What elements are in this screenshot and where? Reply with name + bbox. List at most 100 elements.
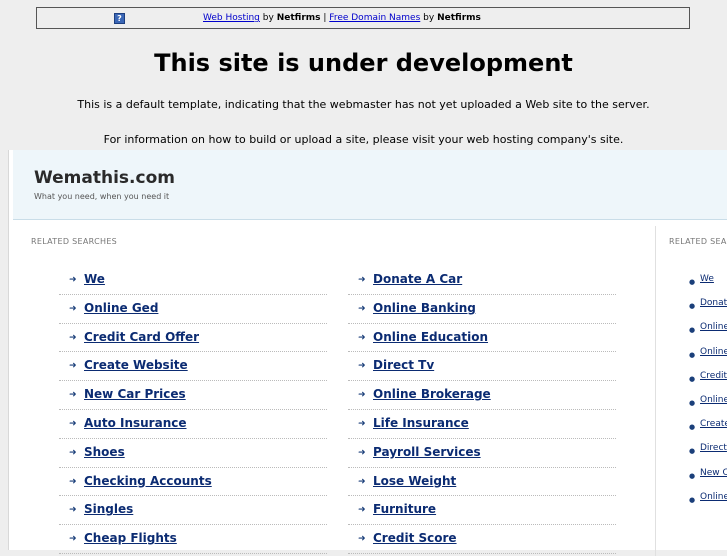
right-links-list: ➜ Donate A Car ➜ Online Banking ➜ Online Ed… xyxy=(348,266,616,554)
bullet-icon: ● xyxy=(689,423,696,432)
side-search-link[interactable]: We xyxy=(700,274,714,284)
arrow-right-icon: ➜ xyxy=(358,361,366,372)
bullet-icon: ● xyxy=(689,278,696,286)
search-link[interactable]: Singles xyxy=(84,501,133,518)
column-divider xyxy=(655,226,656,556)
list-item: ➜ Life Insurance xyxy=(348,410,616,439)
bullet-icon: ● xyxy=(689,302,696,311)
arrow-right-icon: ➜ xyxy=(358,303,366,314)
top-banner: ? Web Hosting by Netfirms | Free Domain … xyxy=(36,7,690,29)
arrow-right-icon: ➜ xyxy=(358,275,366,285)
arrow-right-icon: ➜ xyxy=(358,505,366,516)
list-item: ➜ Cheap Flights xyxy=(59,525,327,554)
side-related-searches-label: RELATED SEA xyxy=(669,237,727,246)
side-search-link[interactable]: Online xyxy=(700,322,727,332)
list-item: ➜ Create Website xyxy=(59,352,327,382)
list-item: ➜ Credit Card Offer xyxy=(59,324,327,353)
list-item: ● New C xyxy=(685,466,727,490)
list-item: ➜ Checking Accounts xyxy=(59,468,327,497)
bullet-icon: ● xyxy=(689,398,696,407)
search-link[interactable]: Online Education xyxy=(373,329,488,346)
site-tagline: What you need, when you need it xyxy=(34,192,170,201)
question-icon[interactable]: ? xyxy=(114,13,125,24)
list-item: ➜ Payroll Services xyxy=(348,439,616,468)
list-item: ➜ Shoes xyxy=(59,439,327,468)
search-link[interactable]: Checking Accounts xyxy=(84,473,212,490)
list-item: ● Donat xyxy=(685,296,727,320)
left-links-list: ➜ We ➜ Online Ged ➜ Credit Card Offer ➜ Crea… xyxy=(59,266,327,554)
search-link[interactable]: Online Brokerage xyxy=(373,386,491,403)
search-link[interactable]: Donate A Car xyxy=(373,271,462,288)
bullet-icon: ● xyxy=(689,374,696,383)
search-link[interactable]: New Car Prices xyxy=(84,386,186,403)
side-search-link[interactable]: Online xyxy=(700,492,727,502)
page-title: This site is under development xyxy=(154,49,573,77)
bullet-icon: ● xyxy=(689,447,696,456)
arrow-right-icon: ➜ xyxy=(69,361,77,372)
list-item: ➜ Online Brokerage xyxy=(348,381,616,410)
list-item: ➜ Online Education xyxy=(348,324,616,353)
side-search-link[interactable]: Donat xyxy=(700,298,727,308)
side-search-link[interactable]: New C xyxy=(700,468,727,478)
list-item: ● Online xyxy=(685,320,727,344)
search-link[interactable]: Lose Weight xyxy=(373,473,456,490)
search-link[interactable]: We xyxy=(84,271,105,288)
free-domain-names-link[interactable]: Free Domain Names xyxy=(329,13,420,23)
arrow-right-icon: ➜ xyxy=(69,332,77,343)
list-item: ● We xyxy=(685,272,727,296)
brand-text-1: Netfirms xyxy=(276,13,321,23)
by-text-1: by xyxy=(262,13,274,23)
side-links-list: ● We ● Donat ● Online ● Online ● Credit ● Onli… xyxy=(685,272,727,514)
bullet-icon: ● xyxy=(689,326,696,335)
list-item: ● Online xyxy=(685,345,727,369)
default-template-note: This is a default template, indicating t… xyxy=(77,98,650,111)
search-link[interactable]: Create Website xyxy=(84,357,188,374)
side-search-link[interactable]: Credit xyxy=(700,371,727,381)
related-searches-label: RELATED SEARCHES xyxy=(31,237,118,246)
list-item: ➜ Donate A Car xyxy=(348,266,616,295)
list-item: ● Credit xyxy=(685,369,727,393)
search-link[interactable]: Furniture xyxy=(373,501,436,518)
web-hosting-link[interactable]: Web Hosting xyxy=(203,13,260,23)
list-item: ➜ New Car Prices xyxy=(59,381,327,410)
list-item: ➜ We xyxy=(59,266,327,295)
site-header: Wemathis.com What you need, when you nee… xyxy=(13,150,727,220)
search-link[interactable]: Auto Insurance xyxy=(84,415,187,432)
bullet-icon: ● xyxy=(689,471,696,480)
list-item: ➜ Online Ged xyxy=(59,295,327,324)
search-link[interactable]: Online Ged xyxy=(84,300,158,317)
side-search-link[interactable]: Online xyxy=(700,395,727,405)
search-link[interactable]: Online Banking xyxy=(373,300,476,317)
arrow-right-icon: ➜ xyxy=(358,418,366,429)
arrow-right-icon: ➜ xyxy=(358,476,366,487)
parked-page-frame: Wemathis.com What you need, when you nee… xyxy=(8,150,727,556)
bullet-icon: ● xyxy=(689,350,696,359)
list-item: ➜ Online Banking xyxy=(348,295,616,324)
list-item: ● Online xyxy=(685,393,727,417)
hosting-info-note: For information on how to build or uploa… xyxy=(103,133,624,146)
side-search-link[interactable]: Create xyxy=(700,419,727,429)
search-link[interactable]: Credit Card Offer xyxy=(84,329,199,346)
side-search-link[interactable]: Online xyxy=(700,347,727,357)
arrow-right-icon: ➜ xyxy=(69,505,77,516)
search-link[interactable]: Payroll Services xyxy=(373,444,481,461)
list-item: ● Direct xyxy=(685,441,727,465)
list-item: ➜ Singles xyxy=(59,496,327,526)
search-link[interactable]: Direct Tv xyxy=(373,357,434,374)
search-link[interactable]: Shoes xyxy=(84,444,125,461)
list-item: ● Online xyxy=(685,490,727,514)
list-item: ➜ Lose Weight xyxy=(348,468,616,497)
arrow-right-icon: ➜ xyxy=(69,418,77,429)
arrow-right-icon: ➜ xyxy=(358,332,366,343)
arrow-right-icon: ➜ xyxy=(69,390,77,401)
side-search-link[interactable]: Direct xyxy=(700,443,727,453)
brand-text-2: Netfirms xyxy=(437,13,481,23)
list-item: ➜ Credit Score xyxy=(348,525,616,554)
list-item: ➜ Auto Insurance xyxy=(59,410,327,439)
search-link[interactable]: Life Insurance xyxy=(373,415,469,432)
arrow-right-icon: ➜ xyxy=(69,275,77,285)
top-banner-links: Web Hosting by Netfirms | Free Domain Na… xyxy=(203,8,481,28)
arrow-right-icon: ➜ xyxy=(69,303,77,314)
by-text-2: by xyxy=(423,13,435,23)
arrow-right-icon: ➜ xyxy=(69,447,77,458)
